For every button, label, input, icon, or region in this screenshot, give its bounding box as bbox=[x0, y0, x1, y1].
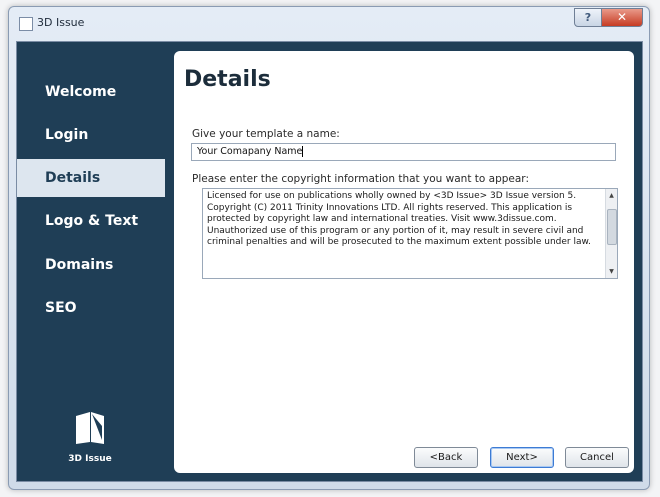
window-title: 3D Issue bbox=[37, 16, 85, 29]
template-name-input[interactable]: Your Comapany Name bbox=[191, 143, 616, 161]
scroll-down-arrow-icon[interactable]: ▼ bbox=[606, 266, 617, 277]
sidebar-item-domains[interactable]: Domains bbox=[17, 246, 165, 284]
copyright-label: Please enter the copyright information t… bbox=[192, 173, 529, 185]
copyright-text: Licensed for use on publications wholly … bbox=[207, 191, 591, 248]
help-button[interactable]: ? bbox=[574, 8, 602, 27]
text-caret bbox=[302, 146, 304, 157]
sidebar-item-seo[interactable]: SEO bbox=[17, 289, 165, 327]
cancel-button[interactable]: Cancel bbox=[565, 447, 629, 468]
app-icon bbox=[19, 17, 33, 31]
brand-text: 3D Issue bbox=[68, 454, 112, 464]
sidebar-item-logo-text[interactable]: Logo & Text bbox=[17, 202, 165, 240]
close-button[interactable]: ✕ bbox=[601, 8, 643, 27]
template-name-label: Give your template a name: bbox=[192, 128, 340, 140]
book-logo-icon bbox=[76, 412, 104, 444]
scroll-thumb[interactable] bbox=[607, 209, 617, 245]
app-window: 3D Issue ? ✕ Welcome Login Details Logo … bbox=[8, 6, 650, 490]
copyright-scrollbar[interactable]: ▲ ▼ bbox=[605, 189, 617, 278]
copyright-textarea[interactable]: Licensed for use on publications wholly … bbox=[202, 188, 618, 279]
template-name-value: Your Comapany Name bbox=[197, 146, 303, 157]
wizard-panel: Welcome Login Details Logo & Text Domain… bbox=[16, 41, 643, 482]
sidebar-item-welcome[interactable]: Welcome bbox=[17, 73, 165, 111]
title-bar[interactable]: 3D Issue ? ✕ bbox=[9, 7, 649, 41]
scroll-up-arrow-icon[interactable]: ▲ bbox=[606, 190, 617, 201]
page-title: Details bbox=[184, 67, 271, 92]
sidebar-item-details[interactable]: Details bbox=[17, 159, 165, 197]
sidebar-item-login[interactable]: Login bbox=[17, 116, 165, 154]
brand-logo: 3D Issue bbox=[65, 410, 115, 464]
next-button[interactable]: Next> bbox=[490, 447, 554, 468]
details-content: Details Give your template a name: Your … bbox=[174, 51, 634, 473]
back-button[interactable]: <Back bbox=[414, 447, 478, 468]
